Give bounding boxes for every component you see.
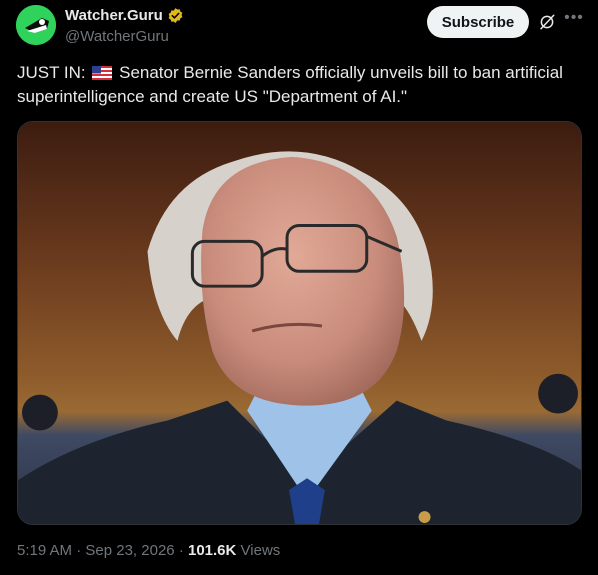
views-label: Views: [240, 542, 281, 559]
tweet-time[interactable]: 5:19 AM: [17, 542, 72, 559]
tweet-date[interactable]: Sep 23, 2026: [85, 542, 174, 559]
more-icon[interactable]: •••: [564, 8, 584, 28]
subscribe-button[interactable]: Subscribe: [427, 6, 529, 38]
gold-verified-badge-icon: [168, 8, 183, 23]
grok-icon[interactable]: [538, 13, 556, 31]
us-flag-icon: [92, 66, 113, 80]
tweet-photo[interactable]: [17, 121, 582, 525]
display-name[interactable]: Watcher.Guru: [65, 7, 163, 24]
avatar[interactable]: [16, 5, 56, 45]
tweet-text: JUST IN: Senator Bernie Sanders official…: [17, 61, 587, 109]
author-handle[interactable]: @WatcherGuru: [65, 28, 169, 45]
meta-separator-2: ·: [178, 542, 184, 559]
senator-photo: [18, 122, 581, 524]
display-name-row[interactable]: Watcher.Guru: [65, 7, 184, 24]
watcher-guru-logo-icon: [16, 5, 56, 45]
tweet-prefix: JUST IN:: [17, 63, 86, 82]
meta-separator: ·: [76, 542, 82, 559]
views-count: 101.6K: [187, 542, 237, 559]
tweet-meta: 5:19 AM · Sep 23, 2026 · 101.6K Views: [17, 542, 280, 559]
